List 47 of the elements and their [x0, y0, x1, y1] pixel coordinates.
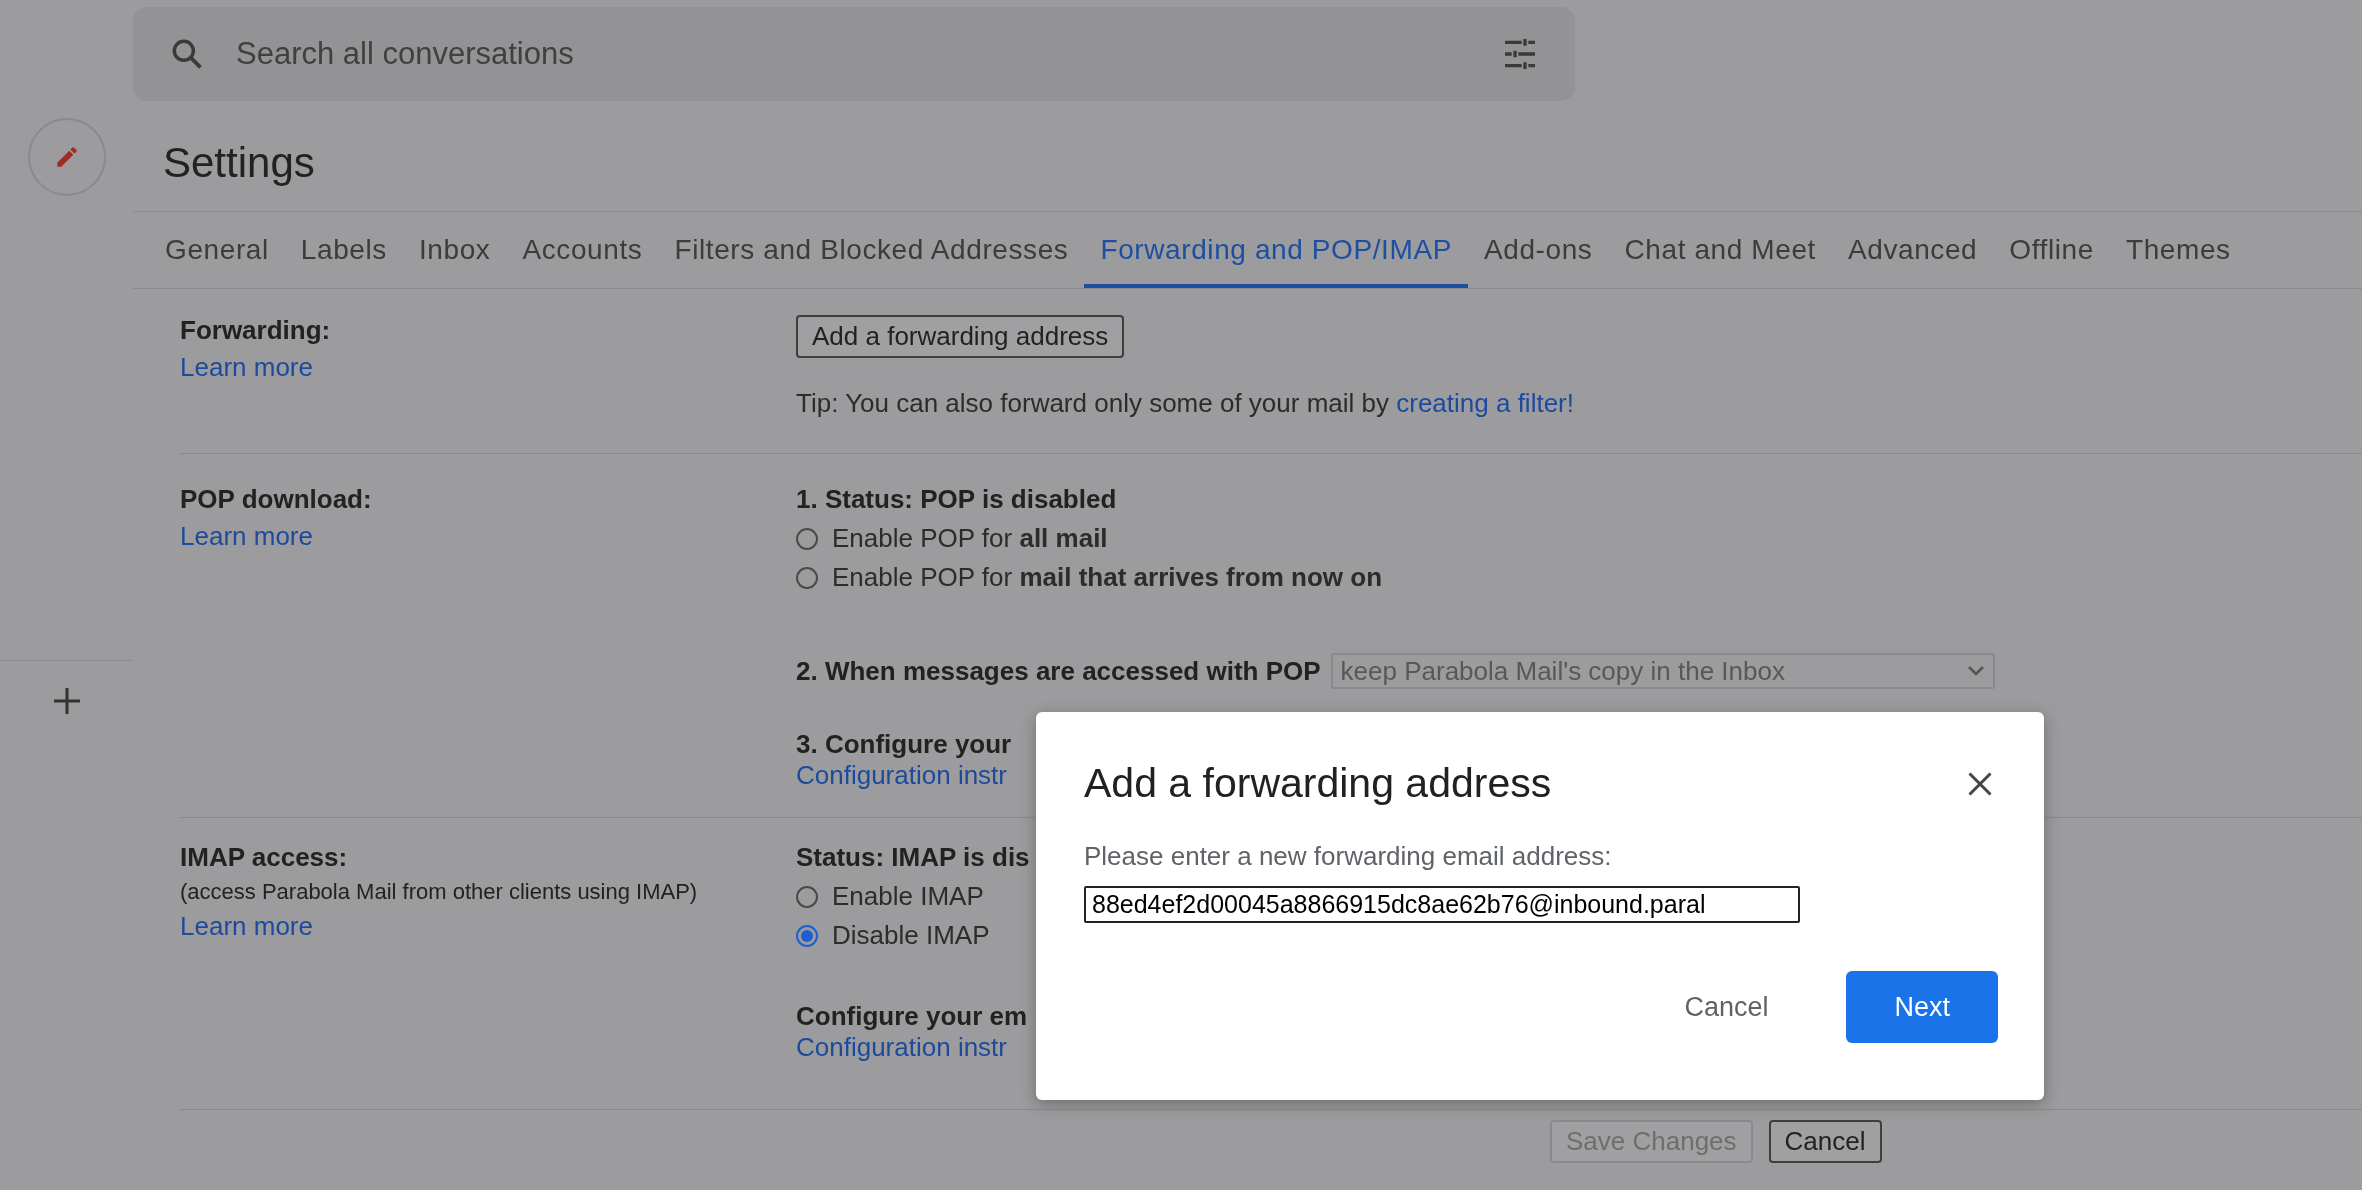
radio-button[interactable] — [796, 924, 818, 947]
section-label: IMAP access: — [180, 842, 349, 873]
configure-heading: 3. Configure your — [796, 729, 1013, 760]
radio-button[interactable] — [796, 885, 818, 908]
configure-heading: Configure your em — [796, 1001, 1029, 1032]
settings-tab[interactable]: Add-ons — [1468, 212, 1609, 288]
learn-more-link[interactable]: Learn more — [180, 911, 796, 942]
settings-tab[interactable]: Offline — [1993, 212, 2110, 288]
pop-status: 1. Status: POP is disabled — [796, 484, 1118, 515]
settings-tab[interactable]: Accounts — [506, 212, 659, 288]
email-input[interactable]: 88ed4ef2d00045a8866915dc8ae62b76@inbound.paral — [1084, 886, 1800, 923]
option-label: Enable POP for all mail — [832, 523, 1108, 554]
option-label: Disable IMAP — [832, 920, 990, 951]
settings-tab[interactable]: Advanced — [1831, 212, 1994, 288]
option-label: Enable IMAP — [832, 881, 984, 912]
settings-tab[interactable]: General — [149, 212, 285, 288]
imap-status: Status: IMAP is dis — [796, 842, 1030, 873]
settings-tab[interactable]: Filters and Blocked Addresses — [658, 212, 1085, 288]
settings-tab[interactable]: Themes — [2109, 212, 2247, 288]
learn-more-link[interactable]: Learn more — [180, 521, 796, 552]
radio-button[interactable] — [796, 566, 818, 589]
section-label: POP download: — [180, 484, 373, 515]
imap-note: (access Parabola Mail from other clients using IMAP) — [180, 879, 699, 905]
footer-button[interactable]: Cancel — [1768, 1120, 1882, 1163]
search-bar[interactable]: Search all conversations — [133, 7, 1575, 101]
settings-tab[interactable]: Labels — [284, 212, 403, 288]
tip-text: Tip: You can also forward only some of your mail by creating a filter! — [796, 388, 1574, 419]
page-title: Settings — [162, 138, 316, 188]
settings-tab[interactable]: Inbox — [402, 212, 507, 288]
create-filter-link[interactable]: creating a filter! — [1396, 388, 1574, 418]
dialog-title: Add a forwarding address — [1084, 760, 1552, 807]
radio-button[interactable] — [796, 527, 818, 550]
settings-tab[interactable]: Forwarding and POP/IMAP — [1084, 212, 1468, 288]
settings-tab[interactable]: Chat and Meet — [1608, 212, 1832, 288]
prompt-text: Please enter a new forwarding email address: — [1084, 841, 1613, 872]
chevron-down-icon — [1966, 665, 1985, 677]
option-label: Enable POP for mail that arrives from now on — [832, 562, 1383, 593]
next-button[interactable]: Next — [1846, 971, 1998, 1043]
add-forwarding-button[interactable]: Add a forwarding address — [796, 315, 1125, 358]
section-label: Forwarding: — [180, 315, 332, 346]
cancel-button[interactable]: Cancel — [1636, 971, 1817, 1043]
compose-button[interactable] — [27, 118, 106, 196]
search-field[interactable]: Search all conversations — [234, 35, 1500, 73]
pop-access-label: 2. When messages are accessed with POP — [796, 655, 1321, 687]
configuration-link[interactable]: Configuration instr — [796, 1032, 1030, 1063]
plus-icon[interactable] — [51, 686, 82, 716]
learn-more-link[interactable]: Learn more — [180, 352, 796, 383]
